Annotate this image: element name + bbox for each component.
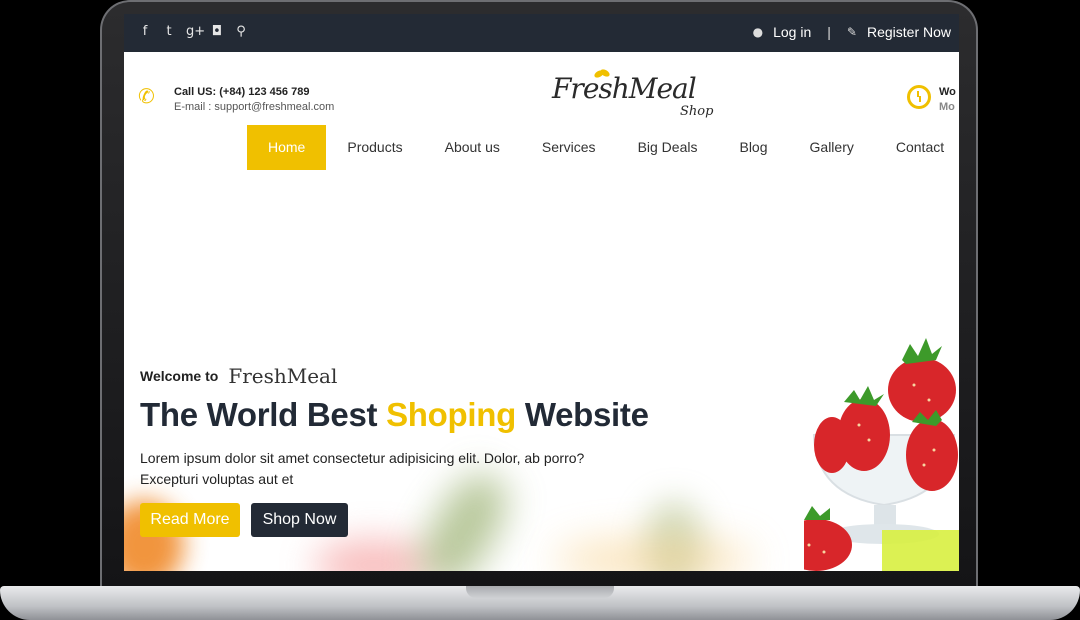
twitter-icon[interactable]: t — [162, 24, 176, 39]
auth-links: ● Log in | ✎ Register Now — [753, 24, 951, 40]
background-fruit-blur — [554, 540, 754, 571]
welcome-brand: FreshMeal — [228, 364, 338, 388]
nav-home[interactable]: Home — [247, 125, 327, 170]
clock-icon — [907, 85, 931, 109]
facebook-icon[interactable]: f — [138, 24, 152, 39]
shop-now-button[interactable]: Shop Now — [251, 503, 348, 537]
contact-info: ✆ Call US: (+84) 123 456 789 E-mail : su… — [138, 85, 334, 115]
strawberry-bowl-image — [804, 338, 959, 571]
hero-description: Lorem ipsum dolor sit amet consectetur a… — [140, 448, 640, 490]
laptop-notch — [466, 586, 614, 598]
edit-icon: ✎ — [846, 25, 857, 39]
social-links: f t g+ ◘ ⚲ — [138, 24, 248, 39]
welcome-line: Welcome to FreshMeal — [140, 364, 337, 388]
description-line-2: Excepturi voluptas aut et — [140, 471, 294, 487]
logo-sub: Shop — [680, 104, 714, 119]
headline-part-3: Website — [515, 396, 649, 433]
hours-line-1: Wo — [939, 86, 956, 98]
call-us-text: Call US: (+84) 123 456 789 — [174, 86, 310, 98]
logo-name: FreshMeal — [552, 72, 697, 105]
laptop-screen: f t g+ ◘ ⚲ ● Log in | ✎ Register Now ✆ C… — [124, 14, 959, 571]
hours-line-2: Mo — [939, 101, 955, 113]
hero-headline: The World Best Shoping Website — [140, 396, 649, 434]
headline-part-1: The World Best — [140, 396, 387, 433]
phone-icon: ✆ — [138, 84, 155, 108]
hero-banner: Welcome to FreshMeal The World Best Shop… — [124, 170, 959, 571]
instagram-icon[interactable]: ◘ — [210, 24, 224, 39]
nav-about-us[interactable]: About us — [424, 125, 521, 170]
nav-products[interactable]: Products — [326, 125, 423, 170]
auth-separator: | — [827, 24, 831, 40]
background-fruit-blur — [314, 540, 434, 571]
register-link[interactable]: Register Now — [867, 24, 951, 40]
login-link[interactable]: Log in — [773, 24, 811, 40]
read-more-button[interactable]: Read More — [140, 503, 240, 537]
site-header: ✆ Call US: (+84) 123 456 789 E-mail : su… — [124, 52, 959, 170]
headline-highlight: Shoping — [386, 396, 516, 433]
email-text[interactable]: E-mail : support@freshmeal.com — [174, 100, 334, 115]
leaf-icon — [594, 69, 610, 78]
nav-big-deals[interactable]: Big Deals — [617, 125, 719, 170]
working-hours: Wo Mo — [907, 85, 959, 115]
search-icon[interactable]: ⚲ — [234, 24, 248, 39]
nav-gallery[interactable]: Gallery — [789, 125, 875, 170]
nav-blog[interactable]: Blog — [718, 125, 788, 170]
top-bar: f t g+ ◘ ⚲ ● Log in | ✎ Register Now — [124, 14, 959, 52]
welcome-text: Welcome to — [140, 368, 219, 384]
description-line-1: Lorem ipsum dolor sit amet consectetur a… — [140, 450, 585, 466]
nav-services[interactable]: Services — [521, 125, 617, 170]
main-nav: Home Products About us Services Big Deal… — [247, 125, 959, 170]
google-plus-icon[interactable]: g+ — [186, 24, 205, 39]
site-logo[interactable]: FreshMeal Shop — [552, 69, 732, 122]
nav-contact[interactable]: Contact — [875, 125, 959, 170]
user-icon: ● — [752, 25, 764, 39]
